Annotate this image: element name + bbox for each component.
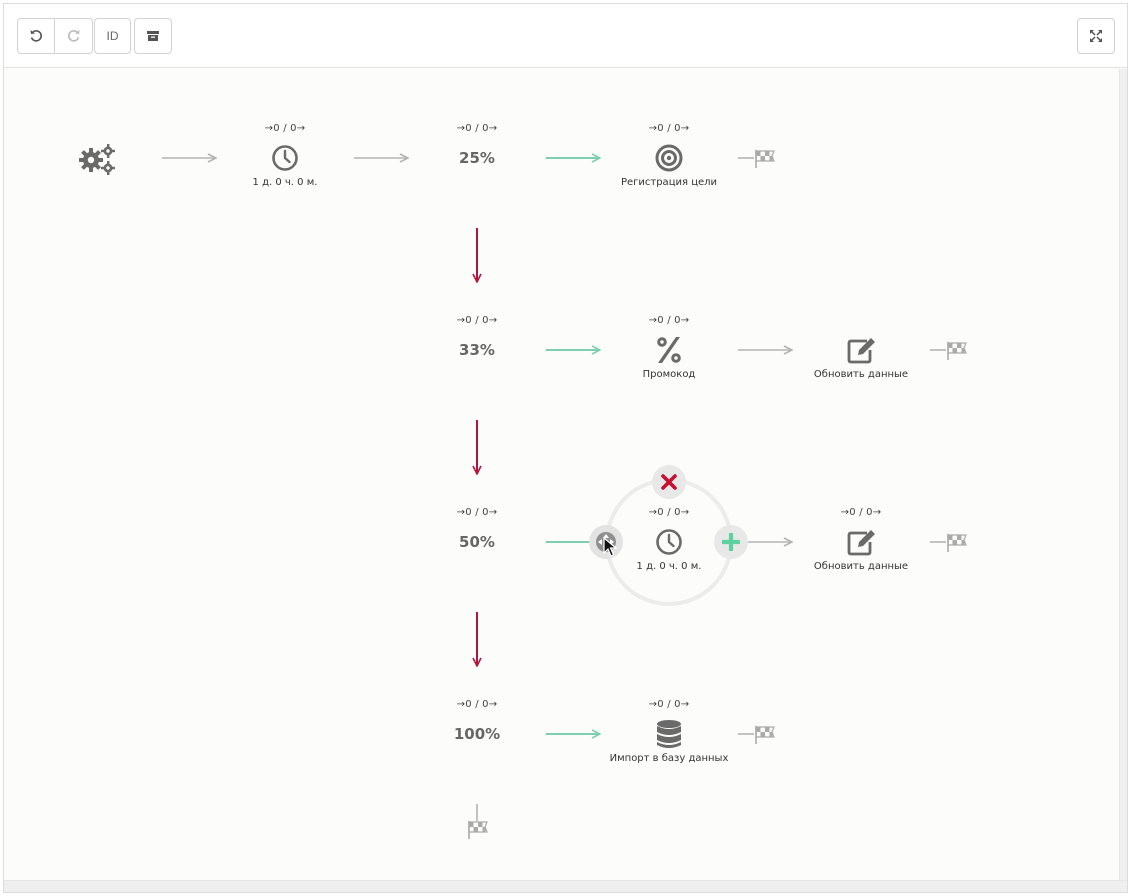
finish-flag-icon [947, 342, 967, 360]
vertical-scrollbar[interactable] [1119, 69, 1127, 881]
node-stats: →0 / 0→ [801, 507, 921, 518]
split-node[interactable]: →0 / 0→ 25% [417, 119, 537, 194]
stats-value: 0 / 0 [465, 315, 489, 326]
arrow-out-icon: → [488, 699, 498, 710]
percent-icon [657, 337, 681, 363]
arrow-out-icon: → [680, 315, 690, 326]
arrow-out-icon: → [680, 123, 690, 134]
arrow-out-icon: → [296, 123, 306, 134]
wait-node-selected[interactable]: →0 / 0→ 1 д. 0 ч. 0 м. [609, 503, 729, 578]
horizontal-scrollbar[interactable] [4, 880, 1127, 892]
finish-flag-icon [468, 821, 488, 839]
clock-icon [656, 529, 682, 555]
toolbar: ID [4, 4, 1127, 68]
history-button-group [17, 18, 93, 54]
arrow-in-icon: → [456, 315, 466, 326]
node-label: 1 д. 0 ч. 0 м. [636, 561, 702, 572]
stats-value: 0 / 0 [657, 315, 681, 326]
node-label: Обновить данные [813, 369, 909, 380]
promo-node[interactable]: →0 / 0→ Промокод [609, 311, 729, 386]
clock-icon [272, 145, 298, 171]
arrow-in-icon: → [840, 507, 850, 518]
gears-icon [79, 144, 115, 175]
redo-button[interactable] [55, 18, 93, 54]
stats-value: 0 / 0 [465, 699, 489, 710]
archive-icon [147, 31, 159, 41]
node-stats: →0 / 0→ [609, 699, 729, 710]
node-label: Обновить данные [813, 561, 909, 572]
node-stats: →0 / 0→ [609, 123, 729, 134]
close-icon [661, 474, 677, 490]
node-stats: →0 / 0→ [417, 699, 537, 710]
arrow-in-icon: → [648, 315, 658, 326]
finish-flag-icon [947, 534, 967, 552]
target-icon [655, 144, 683, 172]
undo-icon [30, 30, 42, 42]
stats-value: 0 / 0 [465, 507, 489, 518]
stats-value: 0 / 0 [657, 123, 681, 134]
finish-flag-icon [755, 150, 775, 168]
node-label: Импорт в базу данных [609, 753, 729, 764]
show-ids-button[interactable]: ID [94, 18, 131, 54]
node-stats: →0 / 0→ [417, 123, 537, 134]
update-data-node[interactable]: Обновить данные [801, 311, 921, 386]
split-percent: 33% [459, 341, 495, 359]
finish-flag-icon [755, 726, 775, 744]
arrow-out-icon: → [488, 507, 498, 518]
plus-icon [722, 533, 740, 551]
update-data-node[interactable]: →0 / 0→ Обновить данные [801, 503, 921, 578]
workflow-canvas[interactable]: →0 / 0→ 1 д. 0 ч. 0 м. →0 / 0→ 25% →0 / … [4, 69, 1127, 881]
node-label: Промокод [642, 369, 696, 380]
node-label: Регистрация цели [620, 177, 718, 188]
stats-value: 0 / 0 [657, 507, 681, 518]
split-percent: 25% [459, 149, 495, 167]
split-percent: 100% [453, 725, 501, 743]
split-node[interactable]: →0 / 0→ 33% [417, 311, 537, 386]
arrow-out-icon: → [488, 123, 498, 134]
stats-value: 0 / 0 [657, 699, 681, 710]
edit-icon [847, 530, 875, 556]
workflow-editor: ID →0 / 0→ 1 д. 0 ч. 0 м. →0 / 0→ 25% →0… [3, 3, 1128, 893]
wait-node[interactable]: →0 / 0→ 1 д. 0 ч. 0 м. [225, 119, 345, 194]
arrow-in-icon: → [648, 123, 658, 134]
move-node-handle[interactable] [589, 525, 623, 559]
node-label: 1 д. 0 ч. 0 м. [252, 177, 318, 188]
start-node[interactable] [36, 129, 156, 189]
arrow-out-icon: → [872, 507, 882, 518]
stats-value: 0 / 0 [849, 507, 873, 518]
node-stats: →0 / 0→ [417, 315, 537, 326]
split-node[interactable]: →0 / 0→ 50% [417, 503, 537, 578]
arrow-in-icon: → [264, 123, 274, 134]
database-icon [657, 720, 681, 748]
node-stats: →0 / 0→ [609, 507, 729, 518]
node-stats: →0 / 0→ [225, 123, 345, 134]
stats-value: 0 / 0 [465, 123, 489, 134]
stats-value: 0 / 0 [273, 123, 297, 134]
add-node-button[interactable] [714, 525, 748, 559]
show-ids-label: ID [106, 29, 119, 43]
connectors [162, 69, 946, 821]
cursor-icon [603, 537, 617, 557]
arrow-in-icon: → [456, 123, 466, 134]
split-percent: 50% [459, 533, 495, 551]
undo-button[interactable] [17, 18, 55, 54]
arrow-out-icon: → [680, 507, 690, 518]
import-node[interactable]: →0 / 0→ Импорт в базу данных [609, 695, 729, 770]
archive-button[interactable] [134, 18, 172, 54]
goal-node[interactable]: →0 / 0→ Регистрация цели [609, 119, 729, 194]
split-node[interactable]: →0 / 0→ 100% [417, 695, 537, 770]
edit-icon [847, 338, 875, 364]
fullscreen-button[interactable] [1077, 18, 1115, 54]
node-stats: →0 / 0→ [417, 507, 537, 518]
arrow-in-icon: → [456, 699, 466, 710]
arrow-in-icon: → [456, 507, 466, 518]
arrow-out-icon: → [488, 315, 498, 326]
delete-node-button[interactable] [652, 465, 686, 499]
expand-icon [1090, 30, 1102, 42]
redo-icon [67, 30, 79, 42]
arrow-out-icon: → [680, 699, 690, 710]
node-stats: →0 / 0→ [609, 315, 729, 326]
arrow-in-icon: → [648, 699, 658, 710]
arrow-in-icon: → [648, 507, 658, 518]
